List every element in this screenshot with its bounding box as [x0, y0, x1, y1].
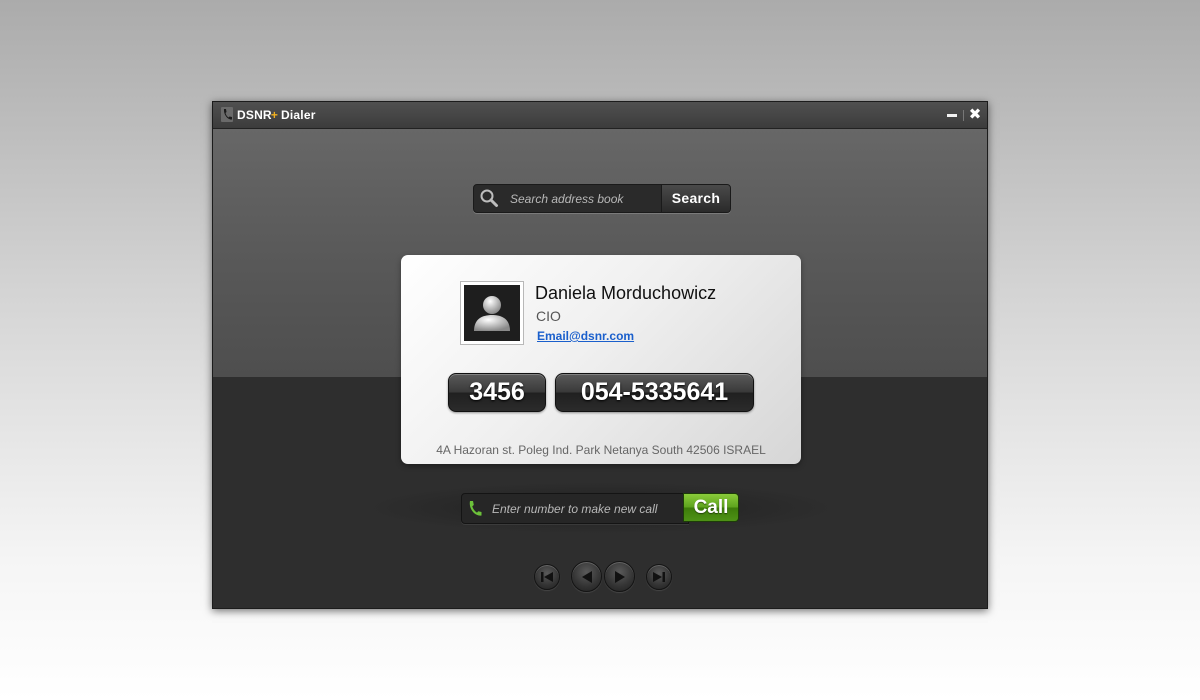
contact-panel: Search Daniel	[213, 129, 987, 464]
phone-icon	[469, 501, 482, 516]
avatar-placeholder	[464, 285, 520, 341]
phone-icon	[221, 107, 233, 122]
dial-bar	[461, 493, 689, 524]
minimize-icon	[947, 113, 957, 117]
first-contact-button[interactable]	[534, 564, 560, 590]
minimize-button[interactable]	[945, 108, 959, 122]
dial-number-input[interactable]	[486, 494, 688, 523]
window-title: DSNR+ Dialer	[237, 108, 316, 122]
search-button[interactable]: Search	[661, 185, 730, 212]
close-icon: ✖	[968, 106, 982, 123]
contact-address: 4A Hazoran st. Poleg Ind. Park Netanya S…	[436, 443, 766, 457]
last-contact-button[interactable]	[646, 564, 672, 590]
search-input[interactable]	[504, 185, 666, 212]
avatar	[460, 281, 524, 345]
search-bar: Search	[473, 184, 731, 213]
brand-plus: +	[270, 108, 279, 122]
call-button[interactable]: Call	[683, 493, 739, 522]
next-icon	[614, 570, 625, 583]
search-icon	[480, 189, 498, 207]
brand-name: DSNR	[237, 108, 272, 122]
mobile-call-button[interactable]: 054-5335641	[555, 373, 754, 412]
contact-title: CIO	[536, 308, 561, 324]
next-contact-button[interactable]	[604, 561, 635, 592]
title-bar: DSNR+ Dialer ✖	[213, 102, 987, 129]
user-icon	[474, 296, 510, 331]
titlebar-divider	[963, 110, 964, 121]
extension-call-button[interactable]: 3456	[448, 373, 546, 412]
previous-icon	[581, 570, 592, 583]
contact-card: Daniela Morduchowicz CIO Email@dsnr.com …	[401, 255, 801, 464]
skip-first-icon	[541, 572, 553, 582]
skip-last-icon	[653, 572, 665, 582]
contact-name: Daniela Morduchowicz	[535, 283, 717, 303]
dialer-window: DSNR+ Dialer ✖ Search address book Searc…	[212, 101, 988, 609]
app-name: Dialer	[281, 108, 316, 122]
previous-contact-button[interactable]	[571, 561, 602, 592]
close-button[interactable]: ✖	[968, 107, 982, 123]
contact-email-link[interactable]: Email@dsnr.com	[537, 329, 634, 343]
